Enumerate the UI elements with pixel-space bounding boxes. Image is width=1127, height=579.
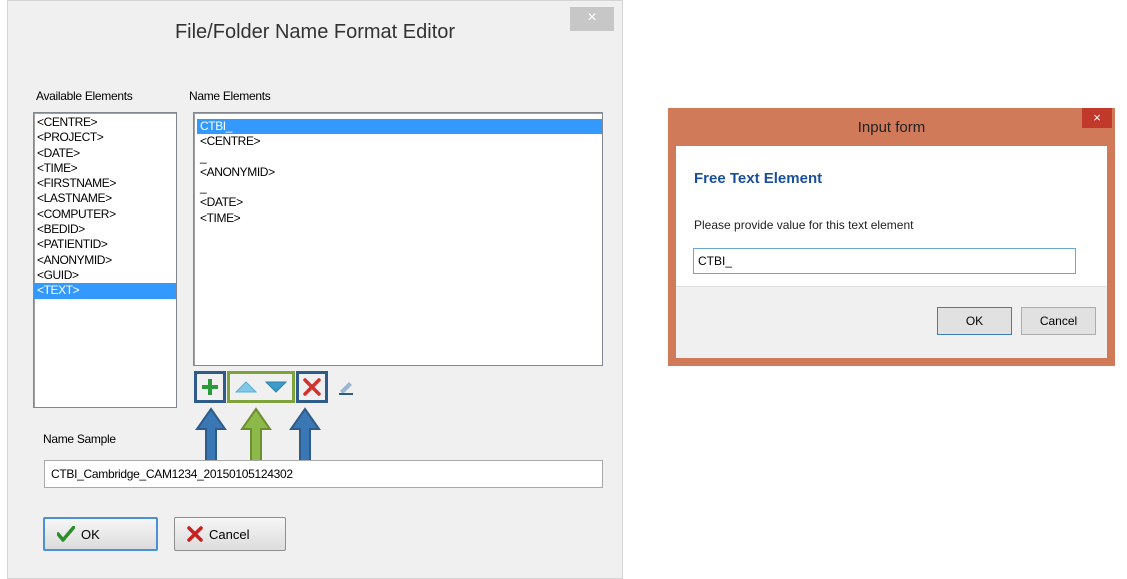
available-element-item[interactable]: <PROJECT>: [34, 130, 176, 145]
checkmark-icon: [57, 526, 75, 542]
available-element-item[interactable]: <FIRSTNAME>: [34, 176, 176, 191]
cancel-label: Cancel: [209, 526, 250, 542]
close-button[interactable]: ×: [570, 7, 614, 31]
prompt-text: Please provide value for this text eleme…: [694, 218, 914, 232]
dialog-ok-button[interactable]: OK: [937, 307, 1012, 335]
available-element-item[interactable]: <TIME>: [34, 161, 176, 176]
available-element-item[interactable]: <DATE>: [34, 146, 176, 161]
close-icon: ×: [1093, 110, 1101, 125]
plus-icon: [202, 379, 218, 395]
arrow-up-icon-add: [195, 407, 227, 464]
name-element-item[interactable]: <TIME>: [197, 211, 602, 226]
cancel-x-icon: [187, 526, 203, 542]
dialog-body: Free Text Element Please provide value f…: [676, 146, 1107, 286]
dialog-title: Input form: [857, 119, 926, 136]
arrow-up-icon-delete: [289, 407, 321, 464]
available-element-item[interactable]: <ANONYMID>: [34, 253, 176, 268]
available-element-item[interactable]: <BEDID>: [34, 222, 176, 237]
name-format-editor-window: File/Folder Name Format Editor × Availab…: [7, 0, 623, 579]
move-up-button[interactable]: [232, 371, 260, 403]
available-element-item[interactable]: <TEXT>: [34, 283, 176, 299]
close-icon: ×: [587, 9, 597, 26]
available-element-item[interactable]: <LASTNAME>: [34, 191, 176, 206]
edit-icon: [339, 382, 353, 395]
window-title: File/Folder Name Format Editor: [174, 21, 456, 43]
delete-x-icon: [303, 378, 321, 396]
dialog-close-button[interactable]: ×: [1082, 108, 1112, 128]
ok-button[interactable]: OK: [43, 517, 158, 551]
name-element-item[interactable]: _: [197, 150, 602, 165]
ok-label: OK: [81, 526, 100, 542]
name-sample-field[interactable]: CTBI_Cambridge_CAM1234_20150105124302: [44, 460, 603, 488]
name-element-item[interactable]: _: [197, 180, 602, 195]
arrow-up-icon-move: [240, 407, 272, 464]
available-element-item[interactable]: <GUID>: [34, 268, 176, 283]
name-elements-list[interactable]: CTBI_ <CENTRE> _ <ANONYMID> _ <DATE> <TIME>: [193, 112, 603, 366]
name-element-item[interactable]: <ANONYMID>: [197, 165, 602, 180]
available-element-item[interactable]: <COMPUTER>: [34, 207, 176, 222]
edit-element-button[interactable]: [334, 371, 358, 403]
name-element-item[interactable]: CTBI_: [197, 119, 602, 135]
triangle-up-icon: [235, 381, 257, 393]
name-element-item[interactable]: <CENTRE>: [197, 134, 602, 149]
free-text-input[interactable]: [693, 248, 1076, 274]
free-text-heading: Free Text Element: [694, 170, 823, 187]
available-elements-label: Available Elements: [36, 89, 133, 103]
input-form-dialog: Input form × Free Text Element Please pr…: [668, 108, 1115, 366]
triangle-down-icon: [265, 381, 287, 393]
move-down-button[interactable]: [262, 371, 290, 403]
dialog-footer: OK Cancel: [676, 286, 1107, 358]
available-element-item[interactable]: <CENTRE>: [34, 115, 176, 130]
add-element-button[interactable]: [197, 371, 223, 403]
name-element-item[interactable]: <DATE>: [197, 195, 602, 210]
available-elements-list[interactable]: <CENTRE> <PROJECT> <DATE> <TIME> <FIRSTNAME>…: [33, 112, 177, 408]
available-element-item[interactable]: <PATIENTID>: [34, 237, 176, 252]
delete-element-button[interactable]: [299, 371, 325, 403]
dialog-cancel-button[interactable]: Cancel: [1021, 307, 1096, 335]
cancel-button[interactable]: Cancel: [174, 517, 286, 551]
name-sample-label: Name Sample: [43, 432, 116, 446]
name-elements-label: Name Elements: [189, 89, 271, 103]
